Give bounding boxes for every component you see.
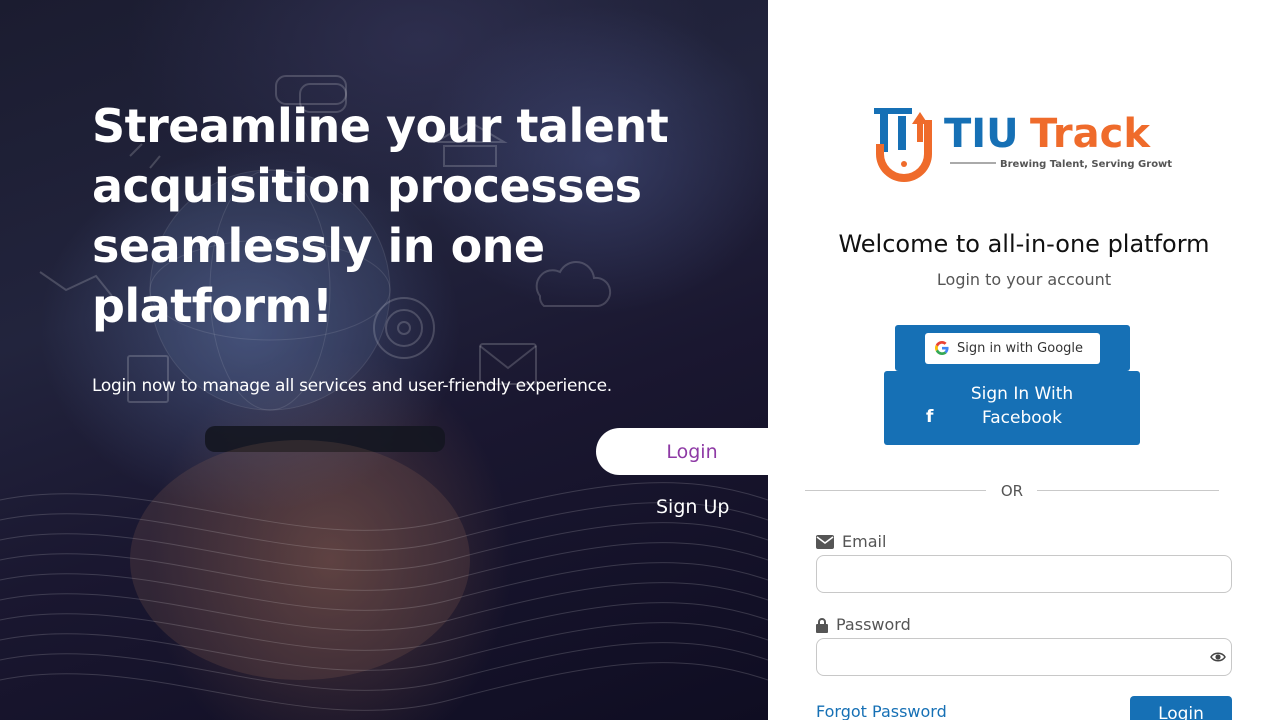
logo-graphic: TIU Track Brewing Talent, Serving Growth (874, 108, 1179, 182)
logo-wordmark-tiu: TIU (944, 111, 1019, 157)
divider-line-right (1037, 490, 1219, 491)
tab-signup[interactable]: Sign Up (656, 496, 729, 518)
password-label: Password (836, 615, 911, 634)
eye-icon[interactable] (1210, 651, 1226, 663)
login-submit-button[interactable]: Login (1130, 696, 1232, 720)
envelope-icon (816, 534, 834, 549)
google-signin-container: Sign in with Google (895, 325, 1130, 371)
tiutrack-logo: TIU Track Brewing Talent, Serving Growth (872, 104, 1179, 188)
forgot-password-link[interactable]: Forgot Password (816, 702, 947, 720)
login-subtitle: Login to your account (936, 270, 1112, 289)
hero-headline: Streamline your talent acquisition proce… (92, 99, 669, 333)
email-label-row: Email (816, 532, 886, 551)
google-g-icon (935, 341, 949, 355)
password-label-row: Password (816, 615, 911, 634)
welcome-heading: Welcome to all-in-one platform (838, 230, 1210, 258)
hero-panel: Streamline your talent acquisition proce… (0, 0, 768, 720)
facebook-signin-button[interactable]: f Sign In With Facebook (884, 371, 1140, 445)
lock-icon (816, 617, 828, 633)
facebook-signin-label: Sign In With Facebook (970, 384, 1074, 428)
tab-login[interactable]: Login (596, 428, 768, 475)
email-label: Email (842, 532, 887, 551)
hero-subtitle: Login now to manage all services and use… (92, 376, 612, 396)
tab-login-label: Login (666, 440, 718, 463)
google-signin-button[interactable]: Sign in with Google (925, 332, 1100, 364)
facebook-f-icon: f (926, 407, 934, 427)
or-label: OR (1000, 482, 1024, 500)
google-signin-label: Sign in with Google (957, 340, 1084, 356)
password-field[interactable] (816, 638, 1232, 676)
logo-tagline: Brewing Talent, Serving Growth (1000, 159, 1172, 170)
or-divider: OR (805, 480, 1219, 502)
logo-wordmark-track: Track (1030, 111, 1151, 157)
email-field[interactable] (816, 555, 1232, 593)
login-panel: TIU Track Brewing Talent, Serving Growth… (768, 0, 1280, 720)
